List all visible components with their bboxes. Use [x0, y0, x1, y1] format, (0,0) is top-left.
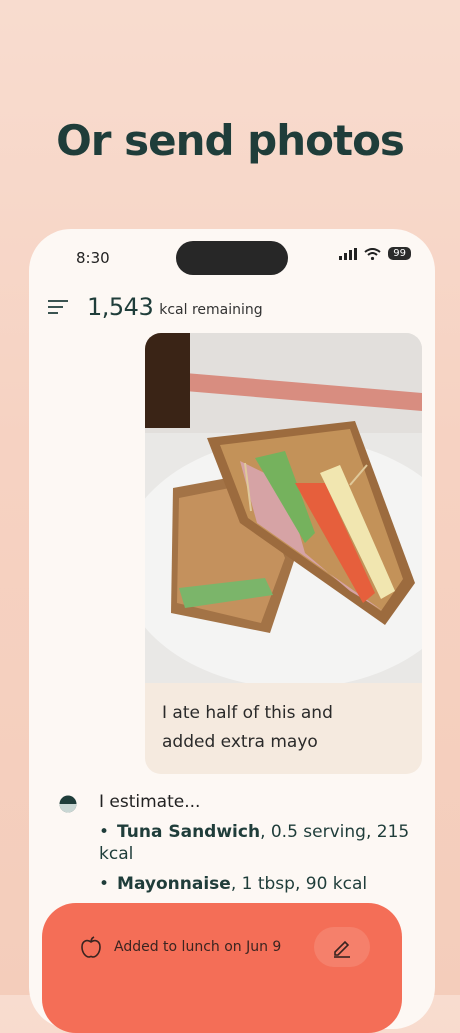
kcal-remaining-value: 1,543 [87, 293, 154, 321]
user-message-line2: added extra mayo [162, 732, 318, 752]
item-name: Mayonnaise [117, 874, 231, 894]
status-time: 8:30 [76, 249, 110, 267]
status-indicators: 99 [339, 247, 411, 260]
dynamic-island [176, 241, 288, 275]
user-message-text: I ate half of this and added extra mayo [162, 699, 412, 757]
list-item: Mayonnaise, 1 tbsp, 90 kcal [99, 873, 435, 895]
apple-icon [81, 936, 101, 958]
list-item: Tuna Sandwich, 0.5 serving, 215 kcal [99, 821, 435, 865]
pencil-icon [334, 940, 350, 958]
kcal-remaining-label: kcal remaining [159, 302, 263, 318]
user-message-bubble: I ate half of this and added extra mayo [145, 333, 422, 774]
item-name: Tuna Sandwich [117, 822, 261, 842]
log-status-text: Added to lunch on Jun 9 [114, 939, 282, 955]
assistant-intro: I estimate... [99, 792, 201, 812]
signal-icon [339, 247, 358, 260]
estimate-list: Tuna Sandwich, 0.5 serving, 215 kcal May… [99, 821, 435, 903]
assistant-avatar-icon [59, 795, 77, 813]
wifi-icon [364, 247, 381, 260]
top-bar: 1,543 kcal remaining [47, 293, 263, 321]
battery-indicator: 99 [388, 247, 411, 260]
menu-icon[interactable] [47, 298, 69, 316]
sandwich-photo[interactable] [145, 333, 422, 683]
logged-meal-card[interactable]: Added to lunch on Jun 9 [42, 903, 402, 1033]
user-message-line1: I ate half of this and [162, 703, 333, 723]
edit-button[interactable] [314, 927, 370, 967]
item-detail: , 1 tbsp, 90 kcal [230, 874, 368, 894]
headline: Or send photos [56, 116, 405, 165]
